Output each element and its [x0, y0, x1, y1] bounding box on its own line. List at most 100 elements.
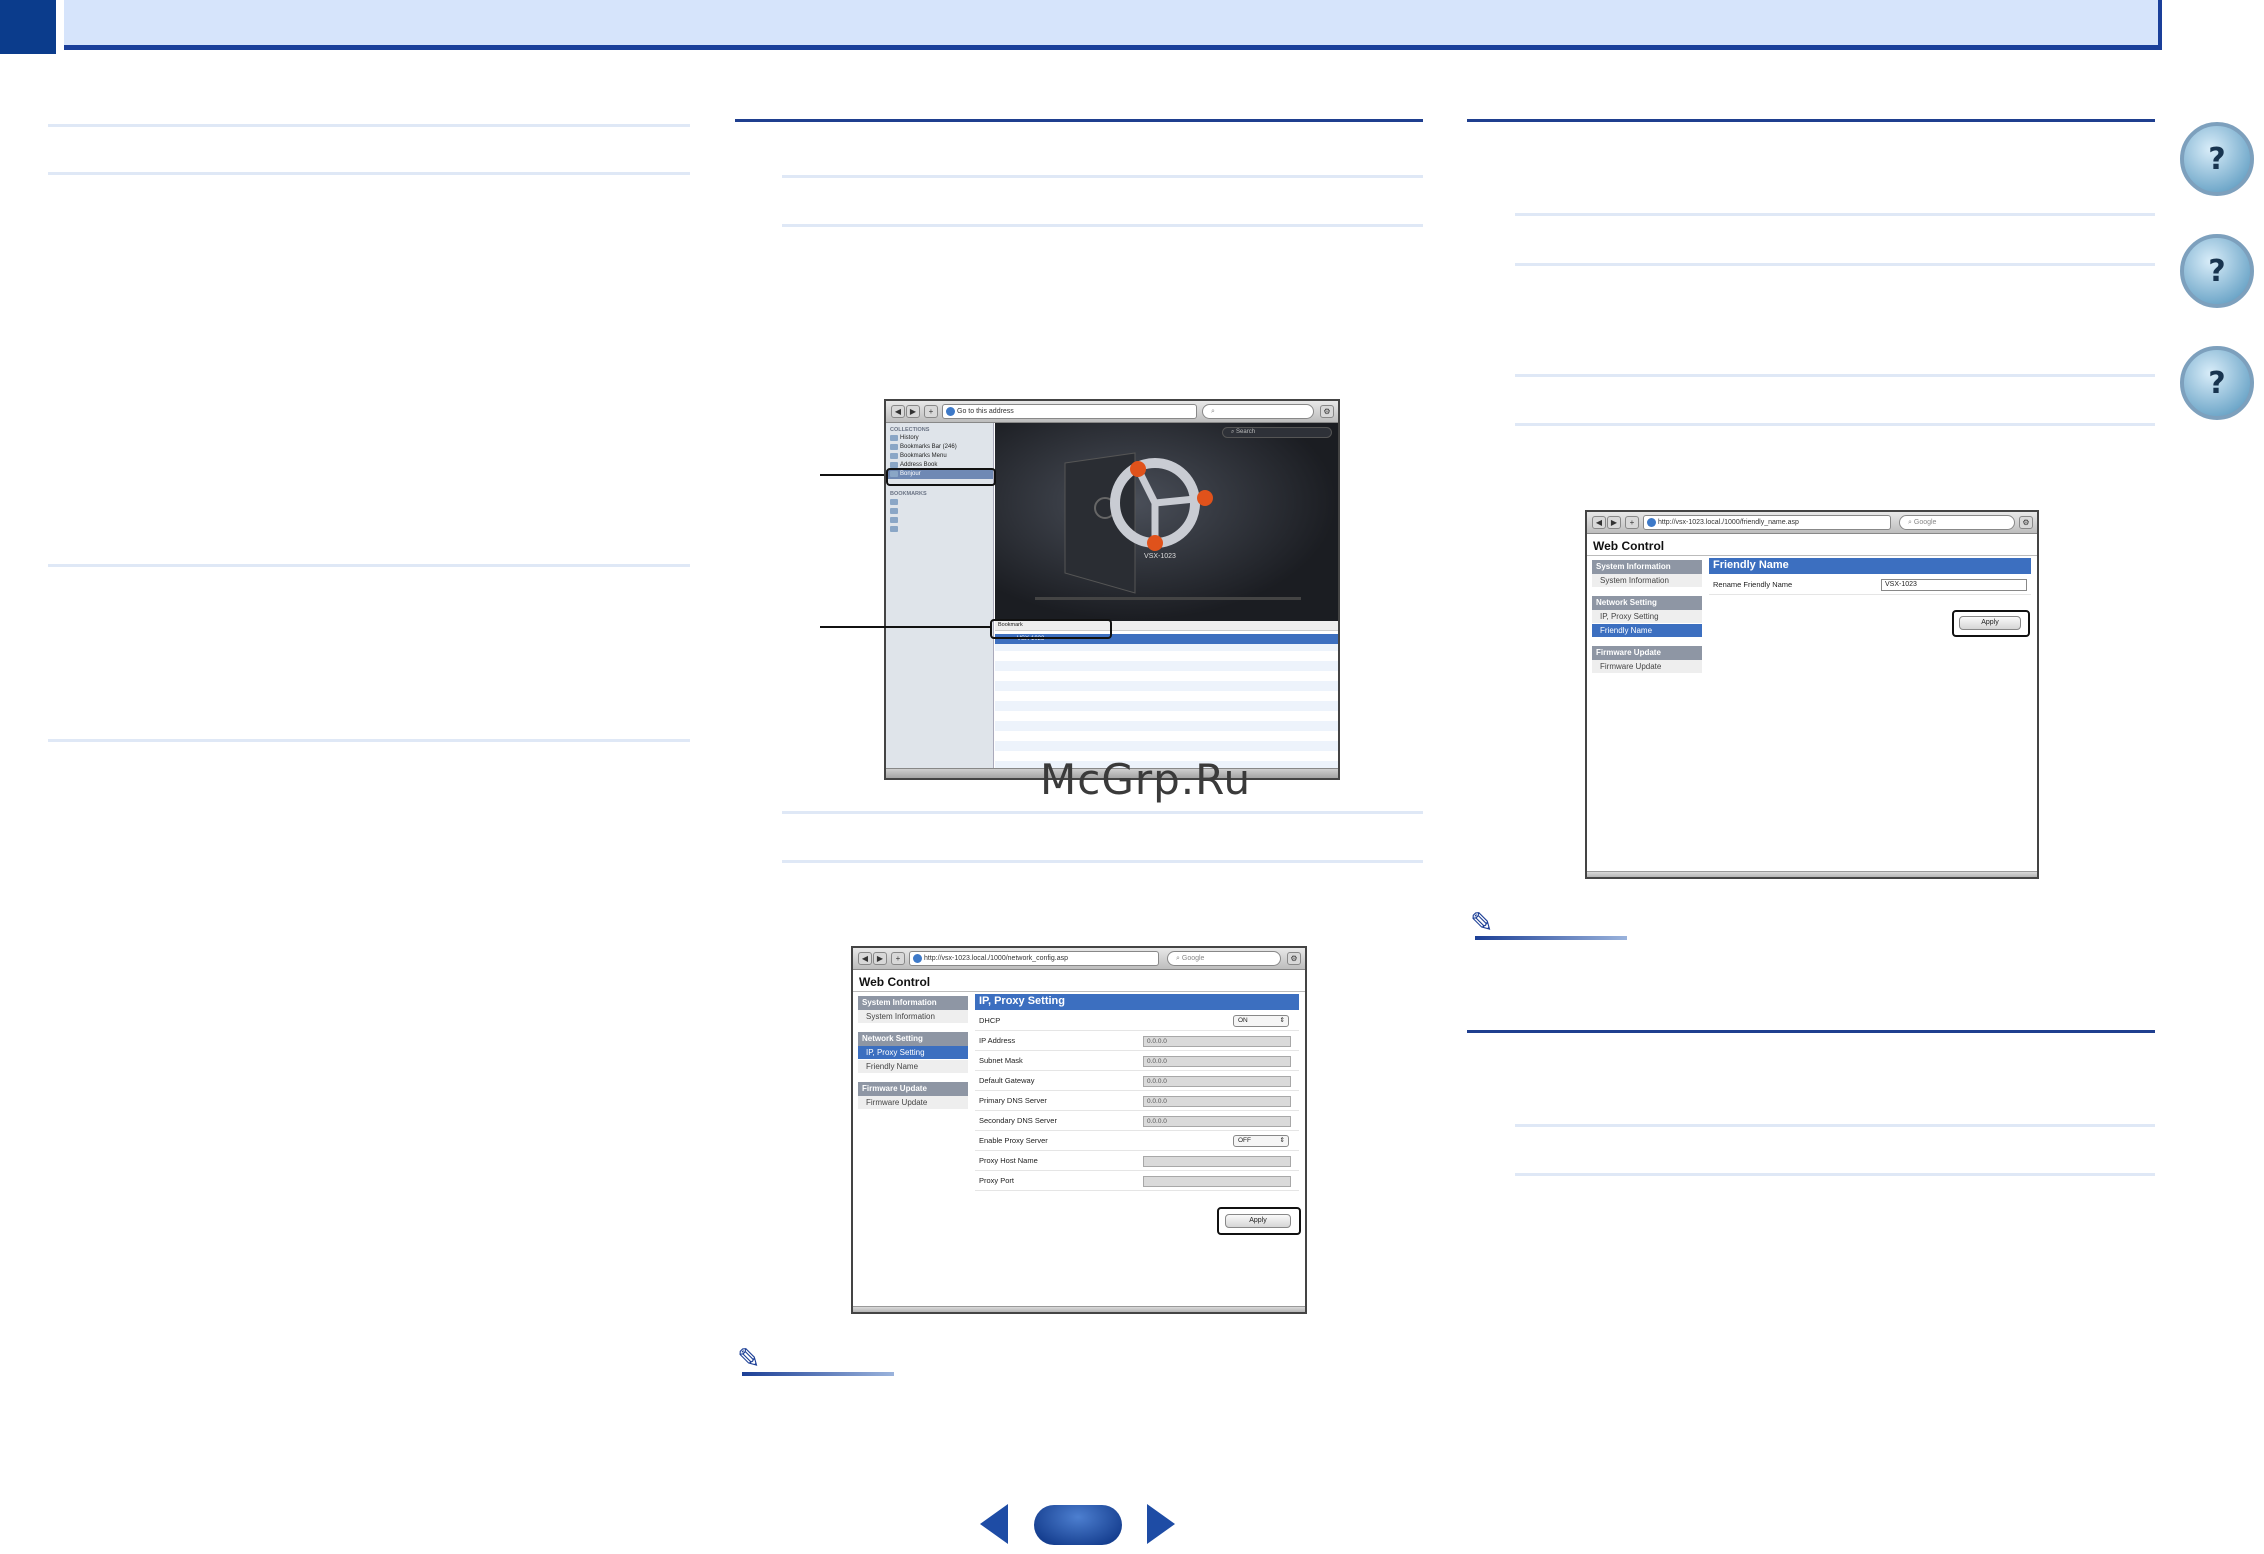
- status-bar: [853, 1306, 1305, 1312]
- globe-icon: [1647, 518, 1656, 527]
- sidebar-item-friendly-name[interactable]: Friendly Name: [1592, 624, 1702, 638]
- sidebar-folder[interactable]: [886, 516, 993, 525]
- add-bookmark-button[interactable]: +: [891, 952, 905, 965]
- rule: [1515, 374, 2155, 377]
- rename-label: Rename Friendly Name: [1713, 580, 1793, 589]
- gateway-field[interactable]: 0.0.0.0: [1143, 1076, 1291, 1087]
- search-field[interactable]: ⌕ Google: [1899, 515, 2015, 530]
- proxy-port-label: Proxy Port: [979, 1176, 1015, 1185]
- ip-row: IP Address 0.0.0.0: [975, 1032, 1299, 1051]
- section-rule: [1467, 1030, 2155, 1033]
- dhcp-value: ON: [1238, 1017, 1248, 1024]
- book-icon: [890, 444, 898, 450]
- dhcp-row: DHCP ON ⇕: [975, 1012, 1299, 1031]
- rule: [48, 172, 690, 175]
- settings-button[interactable]: ⚙: [2019, 516, 2033, 529]
- sidebar-item-bookmarks-bar[interactable]: Bookmarks Bar (246): [886, 443, 993, 452]
- back-button[interactable]: ◀: [891, 405, 905, 418]
- proxy-host-row: Proxy Host Name: [975, 1152, 1299, 1171]
- section-header: Friendly Name: [1709, 558, 2031, 574]
- address-bar[interactable]: http://vsx-1023.local./1000/network_conf…: [909, 951, 1159, 966]
- subnet-field[interactable]: 0.0.0.0: [1143, 1056, 1291, 1067]
- add-bookmark-button[interactable]: +: [1625, 516, 1639, 529]
- sidebar-item-ip-proxy[interactable]: IP, Proxy Setting: [858, 1046, 968, 1060]
- dns1-label: Primary DNS Server: [979, 1096, 1047, 1105]
- folder-icon: [890, 526, 898, 532]
- settings-button[interactable]: ⚙: [1287, 952, 1301, 965]
- add-bookmark-button[interactable]: +: [924, 405, 938, 418]
- network-settings-screenshot: ◀ ▶ + http://vsx-1023.local./1000/networ…: [851, 946, 1307, 1314]
- callout-bonjour: [886, 468, 996, 486]
- search-field[interactable]: ⌕ Google: [1167, 951, 1281, 966]
- dhcp-label: DHCP: [979, 1016, 1001, 1025]
- status-bar: [1587, 871, 2037, 877]
- browser-toolbar: ◀ ▶ + http://vsx-1023.local./1000/networ…: [853, 948, 1305, 970]
- receiver-help-icon[interactable]: ?: [2180, 234, 2254, 308]
- page-title: Web Control: [1593, 539, 1665, 553]
- dhcp-select[interactable]: ON ⇕: [1233, 1015, 1289, 1027]
- sidebar-item-bookmarks-menu[interactable]: Bookmarks Menu: [886, 452, 993, 461]
- dns2-field[interactable]: 0.0.0.0: [1143, 1116, 1291, 1127]
- rule: [782, 860, 1423, 863]
- clock-icon: [890, 435, 898, 441]
- bonjour-node: [1197, 490, 1213, 506]
- sidebar-category: System Information: [858, 996, 968, 1010]
- web-control-sidebar: System Information System Information Ne…: [858, 988, 968, 1110]
- back-button[interactable]: ◀: [858, 952, 872, 965]
- sidebar-item-friendly-name[interactable]: Friendly Name: [858, 1060, 968, 1074]
- sidebar-folder[interactable]: [886, 498, 993, 507]
- watermark: McGrp.Ru: [1040, 755, 1252, 804]
- proxy-host-field[interactable]: [1143, 1156, 1291, 1167]
- rule: [1515, 423, 2155, 426]
- browser-toolbar: ◀ ▶ + http://vsx-1023.local./1000/friend…: [1587, 512, 2037, 534]
- folder-icon: [890, 517, 898, 523]
- sidebar-item-ip-proxy[interactable]: IP, Proxy Setting: [1592, 610, 1702, 624]
- address-bar[interactable]: http://vsx-1023.local./1000/friendly_nam…: [1643, 515, 1891, 530]
- search-field[interactable]: ⌕: [1202, 404, 1314, 419]
- select-arrows-icon: ⇕: [1279, 1137, 1285, 1144]
- sidebar-item-history[interactable]: History: [886, 434, 993, 443]
- rule: [782, 811, 1423, 814]
- rule: [1515, 213, 2155, 216]
- previous-page-icon[interactable]: [980, 1504, 1008, 1544]
- rule: [1515, 1124, 2155, 1127]
- sidebar-folder[interactable]: [886, 525, 993, 534]
- web-control-sidebar: System Information System Information Ne…: [1592, 552, 1702, 674]
- proxy-label: Enable Proxy Server: [979, 1136, 1048, 1145]
- proxy-port-field[interactable]: [1143, 1176, 1291, 1187]
- section-rule: [1467, 119, 2155, 122]
- receiver-help-glyph: ?: [2208, 253, 2226, 289]
- sidebar-item-label: Bookmarks Menu: [900, 453, 947, 459]
- rule: [1515, 263, 2155, 266]
- forward-button[interactable]: ▶: [873, 952, 887, 965]
- remote-help-glyph: ?: [2208, 365, 2226, 401]
- dns1-row: Primary DNS Server 0.0.0.0: [975, 1092, 1299, 1111]
- book-icon[interactable]: ?: [2180, 122, 2254, 196]
- forward-button[interactable]: ▶: [1607, 516, 1621, 529]
- device-label: VSX-1023: [1144, 553, 1176, 560]
- sidebar-category: System Information: [1592, 560, 1702, 574]
- globe-icon: [946, 407, 955, 416]
- callout-apply: [1217, 1207, 1301, 1235]
- settings-button[interactable]: ⚙: [1320, 405, 1334, 418]
- callout-device: [990, 619, 1112, 639]
- back-button[interactable]: ◀: [1592, 516, 1606, 529]
- scroll-track[interactable]: [1035, 597, 1301, 600]
- search-placeholder: Google: [1913, 519, 1937, 526]
- url-text: http://vsx-1023.local./1000/friendly_nam…: [1658, 519, 1799, 526]
- ip-field[interactable]: 0.0.0.0: [1143, 1036, 1291, 1047]
- page-number-button[interactable]: [1034, 1505, 1122, 1545]
- remote-help-icon[interactable]: ?: [2180, 346, 2254, 420]
- sidebar-item-system-information[interactable]: System Information: [1592, 574, 1702, 588]
- menu-icon: [890, 453, 898, 459]
- forward-button[interactable]: ▶: [906, 405, 920, 418]
- sidebar-item-firmware-update[interactable]: Firmware Update: [1592, 660, 1702, 674]
- dns1-field[interactable]: 0.0.0.0: [1143, 1096, 1291, 1107]
- sidebar-item-firmware-update[interactable]: Firmware Update: [858, 1096, 968, 1110]
- next-page-icon[interactable]: [1147, 1504, 1175, 1544]
- proxy-select[interactable]: OFF ⇕: [1233, 1135, 1289, 1147]
- sidebar-folder[interactable]: [886, 507, 993, 516]
- friendly-name-input[interactable]: VSX-1023: [1881, 579, 2027, 591]
- sidebar-item-system-information[interactable]: System Information: [858, 1010, 968, 1024]
- address-bar[interactable]: Go to this address: [942, 404, 1197, 419]
